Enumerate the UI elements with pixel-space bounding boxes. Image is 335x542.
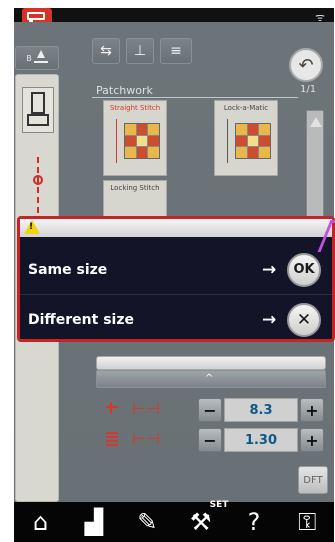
different-size-row: Different size → ✕ bbox=[20, 295, 332, 345]
page-indicator: 1/1 bbox=[300, 84, 317, 95]
title-divider bbox=[92, 97, 298, 98]
length-increase-button[interactable]: + bbox=[300, 428, 324, 452]
stitch-length-bar-icon bbox=[104, 430, 120, 446]
scroll-up-icon[interactable] bbox=[310, 117, 322, 127]
thread-sequence-icon: ≡ bbox=[170, 43, 182, 59]
expand-settings-button[interactable]: ^ bbox=[96, 370, 326, 388]
stitch-line-icon bbox=[116, 119, 117, 163]
same-size-row: Same size → OK bbox=[20, 245, 332, 295]
thread-sequence-button[interactable]: ≡ bbox=[160, 38, 192, 64]
category-title: Patchwork bbox=[96, 84, 153, 97]
stitch-width-bar-icon bbox=[104, 400, 120, 416]
length-decrease-button[interactable]: − bbox=[198, 428, 222, 452]
same-size-label: Same size bbox=[28, 261, 108, 278]
stitch-width-icon: ⊢⊣ bbox=[132, 399, 160, 418]
home-icon: ⌂ bbox=[33, 508, 49, 536]
stitch-label: Lock-a-Matic bbox=[223, 104, 269, 112]
mirror-pattern-button[interactable]: ⇆ bbox=[92, 38, 120, 64]
chevron-up-icon: ^ bbox=[205, 373, 214, 384]
machine-button[interactable]: ▟ bbox=[73, 508, 115, 536]
presser-foot-icon bbox=[22, 87, 54, 133]
width-decrease-button[interactable]: − bbox=[198, 398, 222, 422]
stitch-length-value: 1.30 bbox=[224, 428, 298, 452]
arrow-right-icon: → bbox=[262, 310, 277, 330]
stitch-stretch-button[interactable]: ⊥ bbox=[126, 38, 154, 64]
warning-mark: ! bbox=[29, 222, 34, 232]
machine-icon: ▟ bbox=[84, 508, 104, 536]
status-bar bbox=[14, 8, 334, 22]
close-button[interactable]: ✕ bbox=[287, 303, 321, 337]
bottom-nav: ⌂ ▟ ✎ ⚒ SET ? ⚿ bbox=[14, 500, 334, 542]
pattern-edit-icon: ✎ bbox=[137, 508, 158, 536]
stitch-stretch-icon: ⊥ bbox=[133, 43, 147, 59]
sewing-machine-screen: ᯤ B ⇆ ⊥ ≡ ↶ Patchwork 1/1 Straight Stitc… bbox=[0, 0, 335, 542]
home-button[interactable]: ⌂ bbox=[20, 508, 62, 536]
stitch-card-straight[interactable]: Straight Stitch bbox=[103, 100, 167, 176]
lock-key-icon: ⚿ bbox=[298, 508, 317, 536]
settings-button[interactable]: ⚒ SET bbox=[180, 500, 229, 536]
arrow-right-icon: → bbox=[262, 259, 277, 280]
back-button[interactable]: ↶ bbox=[289, 48, 323, 82]
set-label: SET bbox=[209, 500, 229, 510]
help-button[interactable]: ? bbox=[233, 508, 275, 536]
different-size-label: Different size bbox=[28, 312, 134, 328]
lock-button[interactable]: ⚿ bbox=[286, 508, 328, 536]
stitch-length-icon: ⊢⊣ bbox=[132, 429, 160, 448]
mirror-icon: ⇆ bbox=[100, 43, 112, 59]
stitch-card-lock-a-matic[interactable]: Lock-a-Matic bbox=[214, 100, 278, 176]
lower-tab-bar bbox=[96, 356, 326, 370]
needle-up-icon bbox=[33, 50, 48, 63]
patchwork-icon bbox=[235, 123, 271, 159]
patchwork-icon bbox=[124, 123, 160, 159]
stitch-card-locking[interactable]: Locking Stitch bbox=[103, 180, 167, 218]
pattern-edit-button[interactable]: ✎ bbox=[126, 508, 168, 536]
set-wrench-icon: ⚒ bbox=[189, 508, 212, 536]
stitch-preview-loop bbox=[33, 175, 43, 185]
list-scrollbar[interactable] bbox=[306, 110, 324, 220]
needle-position-button[interactable]: B bbox=[15, 46, 59, 70]
dialog-header: ! bbox=[20, 219, 332, 237]
default-button[interactable]: DFT bbox=[298, 466, 328, 494]
stitch-line-icon bbox=[227, 119, 228, 163]
stitch-label: Locking Stitch bbox=[110, 184, 160, 192]
help-icon: ? bbox=[247, 508, 261, 536]
stitch-width-value: 8.3 bbox=[224, 398, 298, 422]
size-choice-dialog: ! Same size → OK Different size → ✕ bbox=[17, 216, 335, 342]
undo-arrow-icon: ↶ bbox=[298, 54, 314, 76]
ok-button[interactable]: OK bbox=[287, 252, 321, 287]
width-increase-button[interactable]: + bbox=[300, 398, 324, 422]
stitch-label: Straight Stitch bbox=[109, 104, 161, 112]
